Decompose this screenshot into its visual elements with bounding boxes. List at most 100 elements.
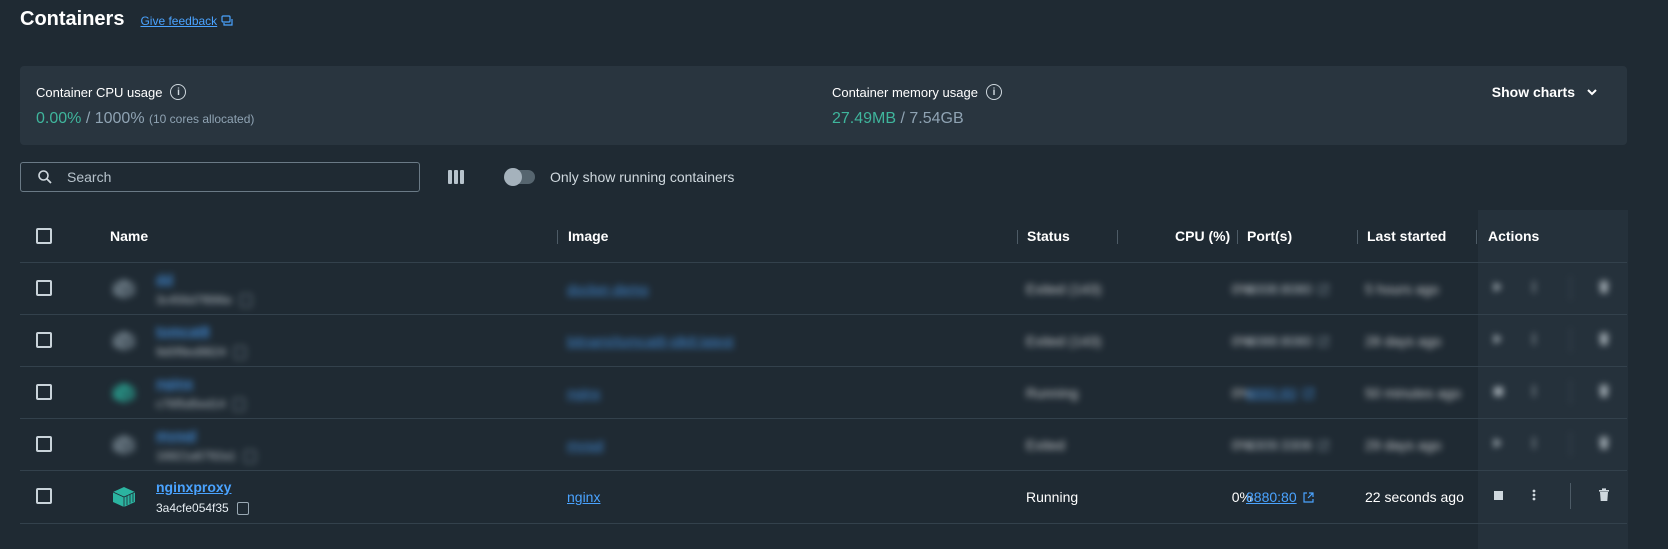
container-icon (112, 331, 136, 351)
memory-usage-value: 27.49MB / 7.54GB (832, 110, 1002, 128)
column-image[interactable]: Image (568, 228, 608, 244)
row-checkbox[interactable] (36, 332, 52, 348)
trash-icon (1599, 384, 1609, 397)
search-input[interactable] (65, 168, 389, 186)
search-field[interactable] (20, 162, 420, 192)
port-mapping[interactable]: 8880:80 (1246, 489, 1297, 505)
delete-button[interactable] (1598, 279, 1610, 300)
play-icon (1494, 282, 1502, 292)
copy-icon[interactable] (240, 293, 253, 307)
container-last-started: 22 seconds ago (1365, 489, 1464, 505)
container-id-text: 3c456d7f896e (156, 293, 233, 307)
row-checkbox[interactable] (36, 436, 52, 452)
delete-button[interactable] (1598, 331, 1610, 352)
container-status: Exited (143) (1026, 333, 1102, 349)
give-feedback-link[interactable]: Give feedback (140, 14, 233, 28)
more-vertical-icon (1532, 385, 1536, 397)
more-actions-button[interactable] (1532, 279, 1536, 300)
container-image[interactable]: docker-demo (567, 281, 649, 297)
container-port[interactable]: 8880:80 (1246, 489, 1314, 505)
table-row[interactable]: nginx c76f5d5ed14 nginx Running 0% 8880:… (20, 366, 1627, 419)
select-all-checkbox[interactable] (36, 228, 52, 244)
table-row[interactable]: dd 3c456d7f896e docker-demo Exited (143)… (20, 262, 1627, 315)
copy-icon[interactable] (233, 397, 246, 411)
start-button[interactable] (1494, 331, 1502, 344)
external-link-icon[interactable] (1303, 387, 1314, 399)
external-link-icon[interactable] (1303, 491, 1314, 503)
container-image[interactable]: nginx (567, 385, 600, 401)
show-charts-label: Show charts (1491, 84, 1575, 100)
container-icon (112, 383, 136, 403)
stop-button[interactable] (1494, 487, 1503, 500)
column-last-started[interactable]: Last started (1367, 228, 1446, 244)
trash-icon (1599, 332, 1609, 345)
copy-icon[interactable] (244, 449, 257, 463)
container-id-text: 9d0f9ed9824 (156, 345, 227, 359)
container-port[interactable]: 8880:80 (1246, 385, 1314, 401)
external-link-icon[interactable] (1318, 283, 1329, 295)
external-link-icon[interactable] (1318, 335, 1329, 347)
actions-divider (1570, 275, 1571, 301)
table-row[interactable]: nginxproxy 3a4cfe054f35 nginx Running 0%… (20, 470, 1627, 524)
row-checkbox[interactable] (36, 488, 52, 504)
info-icon[interactable]: i (985, 84, 1002, 100)
table-row[interactable]: mysql 16821a6792a1 mysql Exited 0% 3309:… (20, 418, 1627, 471)
column-divider[interactable] (1117, 230, 1118, 244)
copy-icon[interactable] (236, 501, 249, 515)
container-name[interactable]: nginxproxy (156, 479, 231, 495)
container-status: Running (1026, 385, 1079, 401)
column-ports[interactable]: Port(s) (1247, 228, 1292, 244)
container-status: Exited (1026, 437, 1065, 453)
cpu-used: 0.00% (36, 110, 82, 127)
container-last-started: 29 days ago (1365, 437, 1442, 453)
container-id: c76f5d5ed14 (156, 397, 246, 411)
more-vertical-icon (1532, 333, 1536, 345)
columns-icon[interactable] (448, 170, 464, 184)
delete-button[interactable] (1598, 435, 1610, 456)
trash-icon (1599, 436, 1609, 449)
container-image[interactable]: mysql (567, 437, 604, 453)
column-name[interactable]: Name (110, 228, 148, 244)
table-row[interactable]: tomcat8 9d0f9ed9824 bitnami/tomcat8-jdk8… (20, 314, 1627, 367)
delete-button[interactable] (1598, 383, 1610, 404)
column-cpu[interactable]: CPU (%) (1175, 228, 1230, 244)
more-actions-button[interactable] (1532, 435, 1536, 456)
more-actions-button[interactable] (1532, 331, 1536, 352)
memory-total: 7.54GB (909, 110, 964, 127)
chat-bubble-icon (221, 15, 233, 26)
more-actions-button[interactable] (1532, 383, 1536, 404)
start-button[interactable] (1494, 279, 1502, 292)
container-name[interactable]: nginx (156, 375, 193, 391)
info-icon[interactable]: i (170, 84, 187, 100)
container-port: 8008:8080 (1246, 281, 1329, 297)
column-divider[interactable] (1357, 230, 1358, 244)
row-checkbox[interactable] (36, 384, 52, 400)
container-image[interactable]: bitnami/tomcat8-jdk8:latest (567, 333, 734, 349)
running-only-toggle[interactable] (504, 168, 535, 186)
trash-icon (1599, 488, 1609, 501)
container-name[interactable]: tomcat8 (156, 323, 210, 339)
container-id-text: 16821a6792a1 (156, 449, 237, 463)
container-name[interactable]: dd (156, 271, 173, 287)
delete-button[interactable] (1598, 487, 1610, 508)
stop-button[interactable] (1494, 383, 1503, 396)
start-button[interactable] (1494, 435, 1502, 448)
container-last-started: 50 minutes ago (1365, 385, 1461, 401)
more-actions-button[interactable] (1532, 487, 1536, 508)
column-divider[interactable] (557, 230, 558, 244)
port-mapping[interactable]: 8880:80 (1246, 385, 1297, 401)
column-divider[interactable] (1017, 230, 1018, 244)
column-divider[interactable] (1476, 230, 1477, 244)
port-mapping: 3309:3306 (1246, 437, 1313, 453)
container-name[interactable]: mysql (156, 427, 196, 443)
container-image[interactable]: nginx (567, 489, 600, 505)
external-link-icon[interactable] (1318, 439, 1329, 451)
copy-icon[interactable] (234, 345, 247, 359)
cpu-usage-value: 0.00% / 1000% (10 cores allocated) (36, 110, 254, 128)
show-charts-button[interactable]: Show charts (1492, 84, 1599, 100)
column-status[interactable]: Status (1027, 228, 1070, 244)
memory-usage-label: Container memory usage (832, 84, 978, 100)
column-divider[interactable] (1237, 230, 1238, 244)
row-checkbox[interactable] (36, 280, 52, 296)
container-cpu: 0% (1231, 489, 1252, 505)
